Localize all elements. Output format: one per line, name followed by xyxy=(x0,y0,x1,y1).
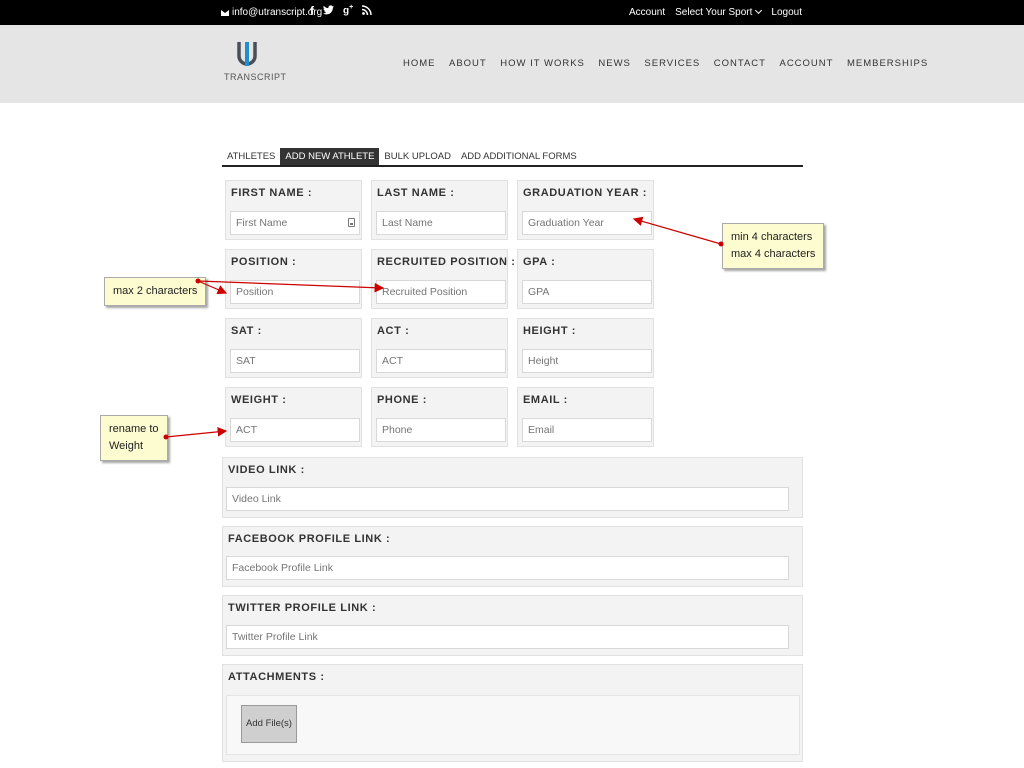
top-right-links: Account Select Your Sport Logout xyxy=(629,6,802,18)
add-files-button[interactable]: Add File(s) xyxy=(241,705,297,743)
annotation-text: min 4 characters xyxy=(731,231,813,243)
attachments-group: ATTACHMENTS : Add File(s) xyxy=(222,664,803,762)
twitter-link-input[interactable] xyxy=(226,625,789,649)
logo-text: TRANSCRIPT xyxy=(224,72,287,82)
attachments-label: ATTACHMENTS : xyxy=(228,671,325,683)
facebook-link-input[interactable] xyxy=(226,556,789,580)
graduation-year-label: GRADUATION YEAR : xyxy=(523,187,648,199)
select-sport-dropdown[interactable]: Select Your Sport xyxy=(675,6,763,18)
sat-label: SAT : xyxy=(231,325,262,337)
first-name-group: FIRST NAME : xyxy=(225,180,362,240)
act-label: ACT : xyxy=(377,325,410,337)
first-name-input[interactable] xyxy=(230,211,360,235)
athlete-tabs: ATHLETES ADD NEW ATHLETE BULK UPLOAD ADD… xyxy=(222,148,803,167)
position-group: POSITION : xyxy=(225,249,362,309)
position-input[interactable] xyxy=(230,280,360,304)
tab-add-additional-forms[interactable]: ADD ADDITIONAL FORMS xyxy=(456,148,582,165)
nav-item-news[interactable]: NEWS xyxy=(598,58,631,69)
top-email-link[interactable]: info@utranscript.org xyxy=(221,7,322,18)
top-bar: info@utranscript.org f g+ Account Select… xyxy=(0,0,1024,25)
logo-mark-icon xyxy=(237,42,257,66)
weight-annotation: rename to Weight xyxy=(100,415,168,461)
gpa-input[interactable] xyxy=(522,280,652,304)
envelope-icon xyxy=(221,9,229,16)
sat-group: SAT : xyxy=(225,318,362,378)
last-name-group: LAST NAME : xyxy=(371,180,508,240)
first-name-label: FIRST NAME : xyxy=(231,187,313,199)
video-link-label: VIDEO LINK : xyxy=(228,464,305,476)
twitter-link-group: TWITTER PROFILE LINK : xyxy=(222,595,803,656)
last-name-label: LAST NAME : xyxy=(377,187,455,199)
graduation-year-input[interactable] xyxy=(522,211,652,235)
arrow-weight xyxy=(163,427,228,440)
attachments-dropzone xyxy=(226,695,800,755)
chevron-down-icon xyxy=(755,6,763,15)
site-header: TRANSCRIPT HOME ABOUT HOW IT WORKS NEWS … xyxy=(0,25,1024,103)
height-label: HEIGHT : xyxy=(523,325,577,337)
weight-label: WEIGHT : xyxy=(231,394,287,406)
act-group: ACT : xyxy=(371,318,508,378)
rss-icon[interactable] xyxy=(362,4,372,18)
position-label: POSITION : xyxy=(231,256,297,268)
site-logo[interactable]: TRANSCRIPT xyxy=(222,42,286,90)
social-links: f g+ xyxy=(310,4,372,18)
autofill-icon xyxy=(348,218,355,227)
facebook-icon[interactable]: f xyxy=(310,4,314,18)
phone-group: PHONE : xyxy=(371,387,508,447)
tab-bulk-upload[interactable]: BULK UPLOAD xyxy=(379,148,456,165)
email-label: EMAIL : xyxy=(523,394,568,406)
position-annotation: max 2 characters xyxy=(104,277,207,306)
facebook-link-label: FACEBOOK PROFILE LINK : xyxy=(228,533,391,545)
phone-input[interactable] xyxy=(376,418,506,442)
recruited-position-label: RECRUITED POSITION : xyxy=(377,256,516,268)
tab-add-new-athlete[interactable]: ADD NEW ATHLETE xyxy=(280,148,380,165)
nav-item-contact[interactable]: CONTACT xyxy=(714,58,766,69)
sat-input[interactable] xyxy=(230,349,360,373)
video-link-input[interactable] xyxy=(226,487,789,511)
logout-link[interactable]: Logout xyxy=(771,7,802,18)
nav-item-memberships[interactable]: MEMBERSHIPS xyxy=(847,58,928,69)
video-link-group: VIDEO LINK : xyxy=(222,457,803,518)
gpa-label: GPA : xyxy=(523,256,556,268)
annotation-text: Weight xyxy=(109,440,144,452)
annotation-text: rename to xyxy=(109,423,159,435)
twitter-icon[interactable] xyxy=(323,4,334,18)
recruited-position-group: RECRUITED POSITION : xyxy=(371,249,515,309)
top-email-text: info@utranscript.org xyxy=(232,7,323,18)
graduation-year-annotation: min 4 characters max 4 characters xyxy=(722,223,825,269)
height-input[interactable] xyxy=(522,349,652,373)
act-input[interactable] xyxy=(376,349,506,373)
account-link[interactable]: Account xyxy=(629,7,665,18)
weight-input[interactable] xyxy=(230,418,360,442)
select-sport-label: Select Your Sport xyxy=(675,7,753,18)
nav-item-services[interactable]: SERVICES xyxy=(644,58,700,69)
nav-item-account[interactable]: ACCOUNT xyxy=(779,58,833,69)
nav-item-home[interactable]: HOME xyxy=(403,58,436,69)
recruited-position-input[interactable] xyxy=(376,280,506,304)
gpa-group: GPA : xyxy=(517,249,654,309)
height-group: HEIGHT : xyxy=(517,318,654,378)
graduation-year-group: GRADUATION YEAR : xyxy=(517,180,654,240)
google-plus-icon[interactable]: g+ xyxy=(343,4,353,18)
tab-athletes[interactable]: ATHLETES xyxy=(222,148,280,165)
last-name-input[interactable] xyxy=(376,211,506,235)
facebook-link-group: FACEBOOK PROFILE LINK : xyxy=(222,526,803,587)
nav-item-how-it-works[interactable]: HOW IT WORKS xyxy=(500,58,585,69)
phone-label: PHONE : xyxy=(377,394,428,406)
email-group: EMAIL : xyxy=(517,387,654,447)
weight-group: WEIGHT : xyxy=(225,387,362,447)
annotation-text: max 4 characters xyxy=(731,248,816,260)
annotation-text: max 2 characters xyxy=(113,285,198,297)
email-input[interactable] xyxy=(522,418,652,442)
nav-item-about[interactable]: ABOUT xyxy=(449,58,487,69)
twitter-link-label: TWITTER PROFILE LINK : xyxy=(228,602,377,614)
main-nav: HOME ABOUT HOW IT WORKS NEWS SERVICES CO… xyxy=(403,58,928,69)
